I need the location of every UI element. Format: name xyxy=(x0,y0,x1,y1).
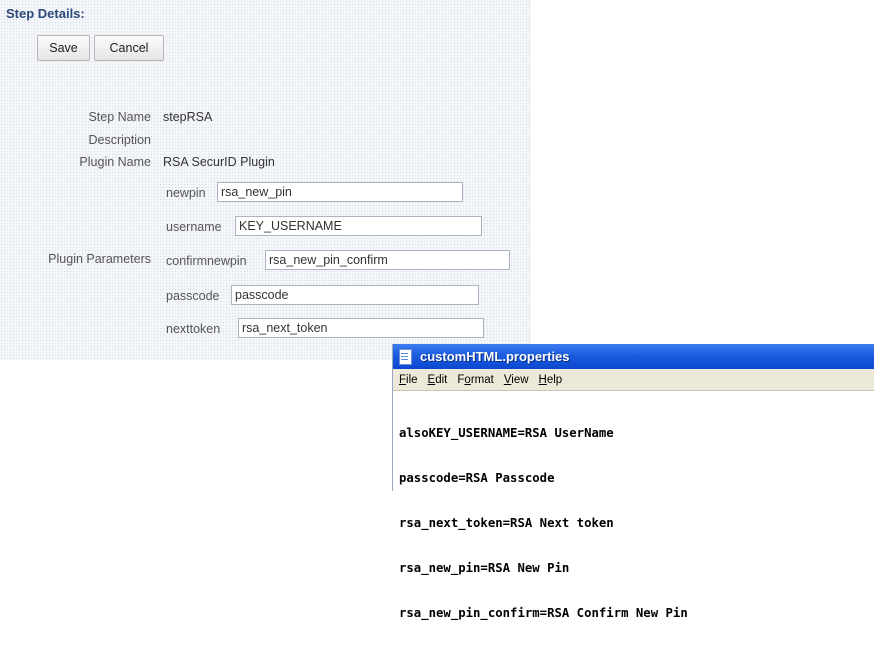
confirmnewpin-label: confirmnewpin xyxy=(166,254,247,268)
plugin-name-label: Plugin Name xyxy=(79,155,151,169)
notepad-menubar: File Edit Format View Help xyxy=(393,369,874,391)
notepad-document-icon xyxy=(399,348,412,365)
username-label: username xyxy=(166,220,222,234)
notepad-titlebar[interactable]: customHTML.properties xyxy=(393,344,874,369)
nexttoken-input[interactable] xyxy=(238,318,484,338)
username-input[interactable] xyxy=(235,216,482,236)
passcode-input[interactable] xyxy=(231,285,479,305)
panel-title: Step Details: xyxy=(6,6,85,21)
text-line: rsa_new_pin=RSA New Pin xyxy=(399,561,570,575)
menu-file[interactable]: File xyxy=(399,374,418,386)
notepad-text-area[interactable]: alsoKEY_USERNAME=RSA UserName passcode=R… xyxy=(399,396,688,651)
save-button[interactable]: Save xyxy=(37,35,90,61)
newpin-input[interactable] xyxy=(217,182,463,202)
menu-help[interactable]: Help xyxy=(539,374,563,386)
text-line: rsa_new_pin_confirm=RSA Confirm New Pin xyxy=(399,606,688,620)
passcode-label: passcode xyxy=(166,289,220,303)
plugin-name-value: RSA SecurID Plugin xyxy=(163,155,275,169)
cancel-button[interactable]: Cancel xyxy=(94,35,164,61)
menu-view[interactable]: View xyxy=(504,374,529,386)
menu-edit[interactable]: Edit xyxy=(428,374,448,386)
description-label: Description xyxy=(88,133,151,147)
step-details-panel: Step Details: Save Cancel Step Name step… xyxy=(0,0,531,360)
text-line: rsa_next_token=RSA Next token xyxy=(399,516,614,530)
plugin-parameters-label: Plugin Parameters xyxy=(48,252,151,266)
nexttoken-label: nexttoken xyxy=(166,322,221,336)
confirmnewpin-input[interactable] xyxy=(265,250,510,270)
step-name-label: Step Name xyxy=(88,110,151,124)
newpin-label: newpin xyxy=(166,186,206,200)
text-line: alsoKEY_USERNAME=RSA UserName xyxy=(399,426,614,440)
menu-format[interactable]: Format xyxy=(457,374,493,386)
text-line: passcode=RSA Passcode xyxy=(399,471,555,485)
step-name-value: stepRSA xyxy=(163,110,213,124)
notepad-title: customHTML.properties xyxy=(420,349,570,364)
notepad-window: customHTML.properties File Edit Format V… xyxy=(392,344,874,620)
